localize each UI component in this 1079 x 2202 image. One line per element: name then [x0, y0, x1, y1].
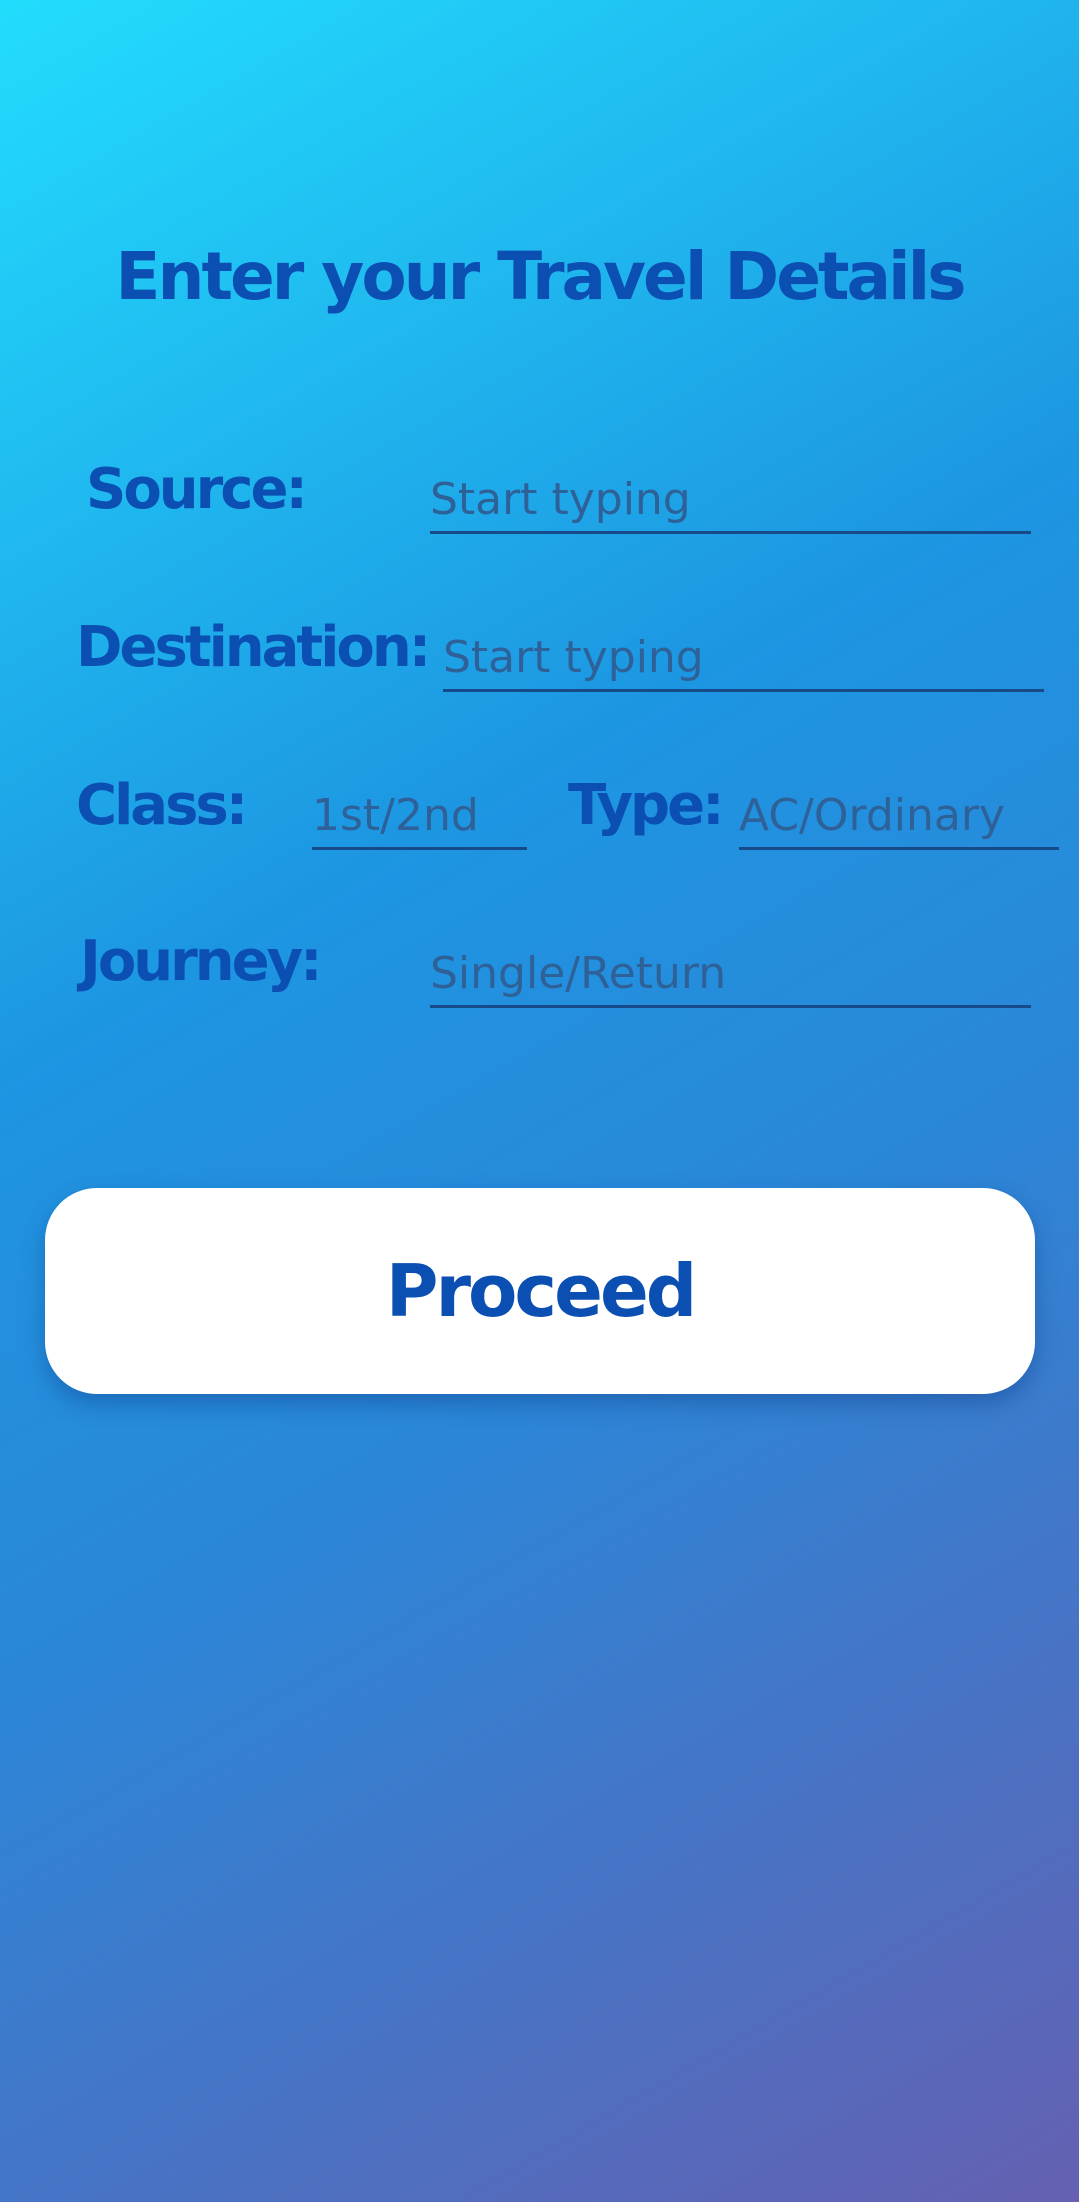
- journey-field[interactable]: [430, 942, 1031, 1008]
- source-input[interactable]: [430, 468, 1031, 531]
- page-title: Enter your Travel Details: [115, 238, 966, 315]
- journey-label: Journey:: [80, 929, 323, 994]
- journey-input[interactable]: [430, 942, 1031, 1005]
- type-field[interactable]: [739, 784, 1059, 850]
- class-input[interactable]: [312, 784, 527, 847]
- class-label: Class:: [76, 773, 248, 838]
- class-field[interactable]: [312, 784, 527, 850]
- destination-field[interactable]: [443, 626, 1044, 692]
- proceed-button[interactable]: Proceed: [45, 1188, 1035, 1394]
- destination-label: Destination:: [76, 615, 431, 680]
- destination-input[interactable]: [443, 626, 1044, 689]
- source-label: Source:: [86, 457, 308, 522]
- source-field[interactable]: [430, 468, 1031, 534]
- type-label: Type:: [568, 773, 725, 838]
- type-input[interactable]: [739, 784, 1059, 847]
